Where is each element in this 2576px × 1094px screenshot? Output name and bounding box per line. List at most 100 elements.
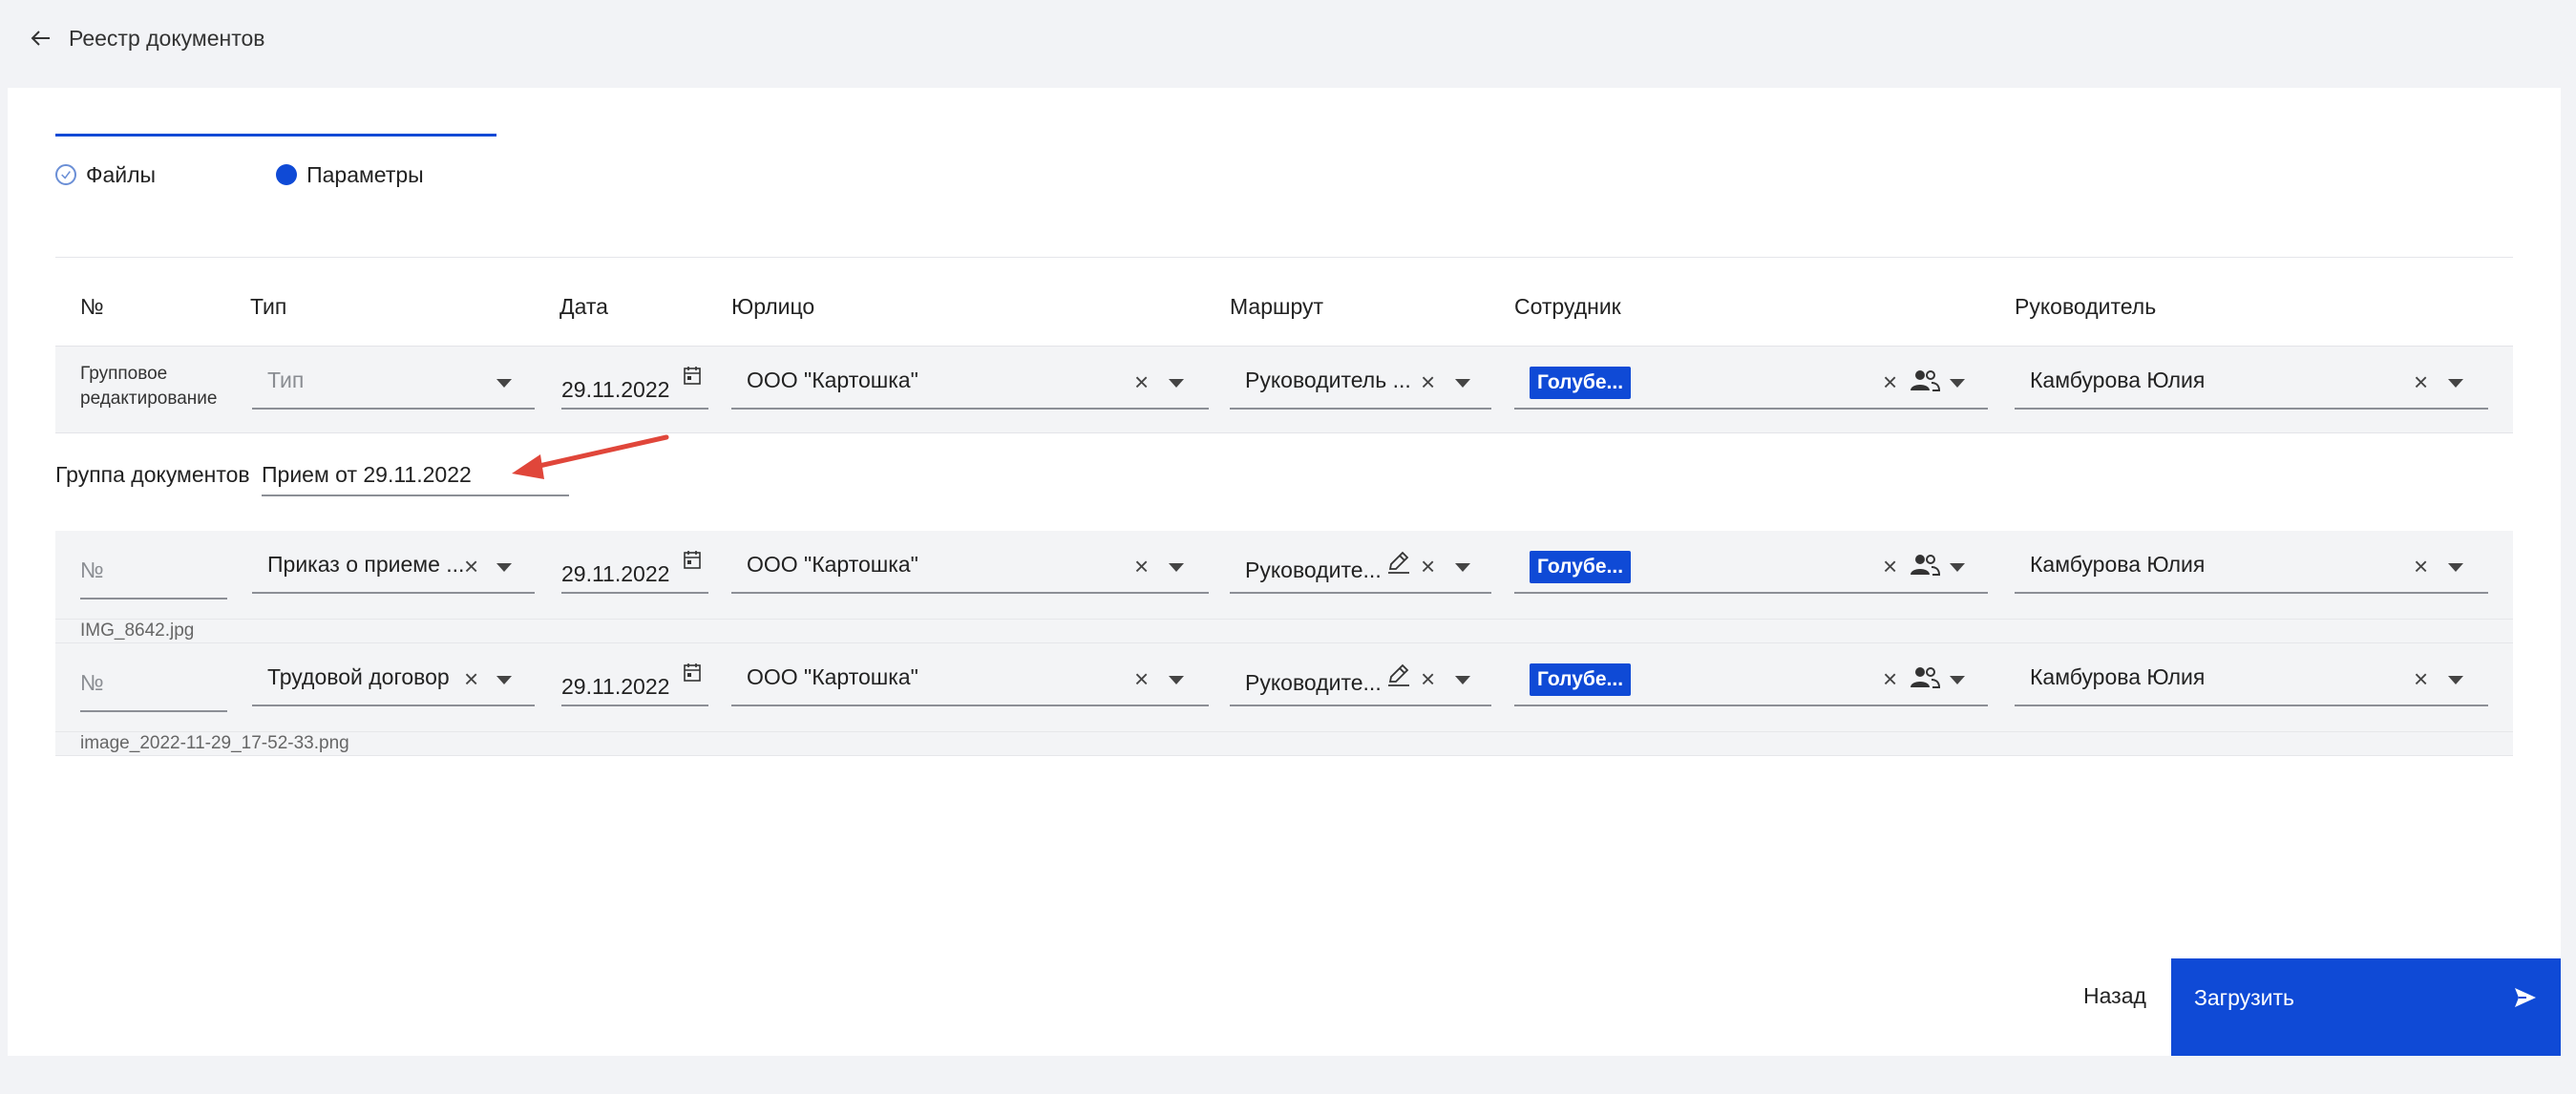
employee-tag: Голубе... [1530,551,1632,583]
chevron-down-icon[interactable] [1455,563,1470,572]
document-date-field[interactable]: 29.11.2022 [561,651,708,706]
document-entity-value: ООО "Картошка" [747,664,918,689]
bulk-manager-value: Камбурова Юлия [2030,368,2206,392]
document-number-input[interactable]: № [80,657,227,712]
step-parameters[interactable]: Параметры [276,162,424,188]
pencil-icon[interactable] [1386,550,1411,575]
document-type-value: Приказ о приеме ... [267,552,465,577]
close-icon[interactable]: × [1134,552,1149,581]
steps-progress-bar [55,134,496,137]
close-icon[interactable]: × [1883,664,1897,694]
step-parameters-label: Параметры [306,161,424,187]
document-type-select[interactable]: Трудовой договор × [252,651,535,706]
document-manager-value: Камбурова Юлия [2030,664,2206,689]
upload-button[interactable]: Загрузить [2171,958,2561,1056]
close-icon[interactable]: × [1883,368,1897,397]
chevron-down-icon[interactable] [2448,676,2463,684]
bulk-edit-row: Групповое редактирование Тип 29.11.2022 … [55,346,2513,433]
close-icon[interactable]: × [2414,368,2428,397]
document-manager-select[interactable]: Камбурова Юлия × [2015,651,2488,706]
send-icon [2515,988,2536,1007]
chevron-down-icon[interactable] [2448,563,2463,572]
close-icon[interactable]: × [464,664,478,694]
registry-title: Реестр документов [69,25,265,51]
chevron-down-icon[interactable] [1950,379,1965,388]
document-manager-select[interactable]: Камбурова Юлия × [2015,538,2488,594]
bulk-date-field[interactable]: 29.11.2022 [561,354,708,410]
close-icon[interactable]: × [2414,664,2428,694]
document-date-field[interactable]: 29.11.2022 [561,538,708,594]
chevron-down-icon[interactable] [2448,379,2463,388]
bulk-employee-select[interactable]: Голубе... × [1514,354,1988,410]
calendar-icon[interactable] [684,663,701,682]
document-date-value: 29.11.2022 [561,561,670,586]
document-employee-select[interactable]: Голубе... × [1514,651,1988,706]
back-to-registry-link[interactable]: Реестр документов [29,21,265,55]
bulk-edit-label: Групповое редактирование [80,362,217,411]
close-icon[interactable]: × [464,552,478,581]
document-manager-value: Камбурова Юлия [2030,552,2206,577]
close-icon[interactable]: × [1421,368,1435,397]
column-num: № [80,294,104,319]
upload-button-label: Загрузить [2194,985,2295,1010]
bulk-entity-select[interactable]: ООО "Картошка" × [731,354,1209,410]
back-button[interactable]: Назад [2083,983,2146,1009]
document-employee-select[interactable]: Голубе... × [1514,538,1988,594]
document-type-select[interactable]: Приказ о приеме ... × [252,538,535,594]
bulk-type-select[interactable]: Тип [252,354,535,410]
bulk-route-select[interactable]: Руководитель ... × [1230,354,1491,410]
close-icon[interactable]: × [1421,664,1435,694]
close-icon[interactable]: × [1134,368,1149,397]
document-entity-select[interactable]: ООО "Картошка" × [731,651,1209,706]
column-date: Дата [560,294,608,319]
document-number-input[interactable]: № [80,544,227,600]
pencil-icon[interactable] [1386,663,1411,687]
close-icon[interactable]: × [2414,552,2428,581]
document-group-label: Группа документов [55,462,250,487]
document-route-select[interactable]: Руководите... × [1230,538,1491,594]
main-panel: Файлы Параметры № Тип Дата Юрлицо Маршру… [8,88,2561,1056]
chevron-down-icon[interactable] [1169,676,1184,684]
close-icon[interactable]: × [1883,552,1897,581]
stepper: Файлы Параметры [55,158,424,191]
people-icon[interactable] [1910,368,1940,392]
bulk-date-value: 29.11.2022 [561,377,670,402]
people-icon[interactable] [1910,552,1940,577]
annotation-arrow [512,434,669,479]
chevron-down-icon[interactable] [1455,676,1470,684]
divider [55,257,2513,258]
table-header: № Тип Дата Юрлицо Маршрут Сотрудник Руко… [55,284,2513,332]
document-type-value: Трудовой договор [267,664,450,689]
close-icon[interactable]: × [1134,664,1149,694]
calendar-icon[interactable] [684,550,701,569]
document-entity-select[interactable]: ООО "Картошка" × [731,538,1209,594]
chevron-down-icon[interactable] [1169,563,1184,572]
bulk-manager-select[interactable]: Камбурова Юлия × [2015,354,2488,410]
bulk-type-placeholder: Тип [267,368,305,392]
chevron-down-icon[interactable] [496,676,512,684]
step-files[interactable]: Файлы [55,162,156,188]
chevron-down-icon[interactable] [496,379,512,388]
bulk-entity-value: ООО "Картошка" [747,368,918,392]
document-row: № Трудовой договор × 29.11.2022 ООО "Кар… [55,643,2513,731]
chevron-down-icon[interactable] [1455,379,1470,388]
chevron-down-icon[interactable] [496,563,512,572]
bulk-edit-label-line2: редактирование [80,389,218,409]
people-icon[interactable] [1910,664,1940,689]
document-date-value: 29.11.2022 [561,674,670,699]
chevron-down-icon[interactable] [1169,379,1184,388]
close-icon[interactable]: × [1421,552,1435,581]
check-circle-icon [55,164,76,185]
document-route-select[interactable]: Руководите... × [1230,651,1491,706]
column-type: Тип [250,294,287,319]
document-row: № Приказ о приеме ... × 29.11.2022 ООО "… [55,531,2513,619]
arrow-left-icon [31,31,50,46]
document-entity-value: ООО "Картошка" [747,552,918,577]
column-manager: Руководитель [2015,294,2157,319]
chevron-down-icon[interactable] [1950,676,1965,684]
calendar-icon[interactable] [684,366,701,385]
document-file-name: IMG_8642.jpg [55,619,2513,643]
active-step-dot-icon [276,164,298,185]
column-employee: Сотрудник [1514,294,1621,319]
chevron-down-icon[interactable] [1950,563,1965,572]
